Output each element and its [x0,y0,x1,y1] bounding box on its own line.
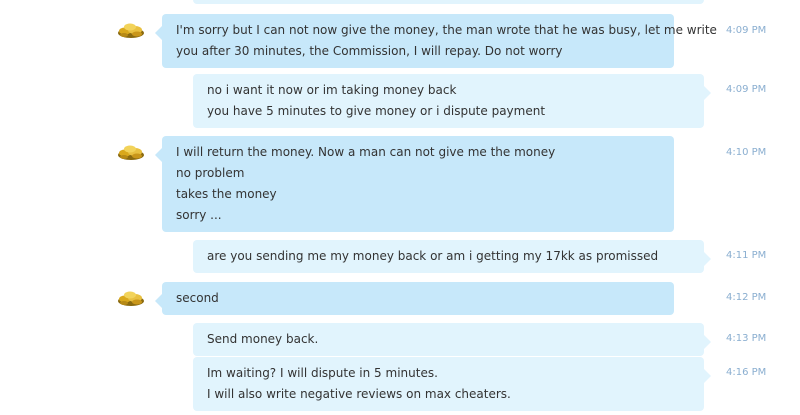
message-timestamp: 4:16 PM [726,367,767,378]
message-timestamp: 4:09 PM [726,84,767,95]
message-text: are you sending me my money back or am i… [207,249,659,263]
outgoing-message-bubble[interactable]: are you sending me my money back or am i… [193,240,711,273]
gold-coins-avatar-icon[interactable] [116,289,146,307]
message-timestamp: 4:13 PM [726,333,767,344]
message-text: you after 30 minutes, the Commission, I … [176,44,563,58]
incoming-message-bubble[interactable]: I'm sorry but I can not now give the mon… [155,14,717,68]
message-timestamp: 4:10 PM [726,147,767,158]
message-text: takes the money [176,187,277,201]
outgoing-message-bubble[interactable]: no i want it now or im taking money back… [193,74,711,128]
message-text: sorry ... [176,208,222,222]
incoming-message-bubble[interactable]: second [155,282,674,315]
message-text: I'm sorry but I can not now give the mon… [176,23,717,37]
message-text: Im waiting? I will dispute in 5 minutes. [207,366,438,380]
gold-coins-avatar-icon[interactable] [116,21,146,39]
outgoing-message-bubble[interactable]: Send money back. [193,323,711,356]
message-text: second [176,291,219,305]
message-text: no problem [176,166,245,180]
message-timestamp: 4:11 PM [726,250,767,261]
incoming-message-bubble[interactable]: I will return the money. Now a man can n… [155,136,674,232]
message-timestamp: 4:12 PM [726,292,767,303]
previous-message-bubble-edge [193,0,704,4]
message-text: I will return the money. Now a man can n… [176,145,556,159]
message-text: Send money back. [207,332,319,346]
gold-coins-avatar-icon[interactable] [116,143,146,161]
outgoing-message-bubble[interactable]: Im waiting? I will dispute in 5 minutes.… [193,357,711,411]
message-text: no i want it now or im taking money back [207,83,457,97]
message-timestamp: 4:09 PM [726,25,767,36]
message-text: I will also write negative reviews on ma… [207,387,511,401]
message-text: you have 5 minutes to give money or i di… [207,104,546,118]
